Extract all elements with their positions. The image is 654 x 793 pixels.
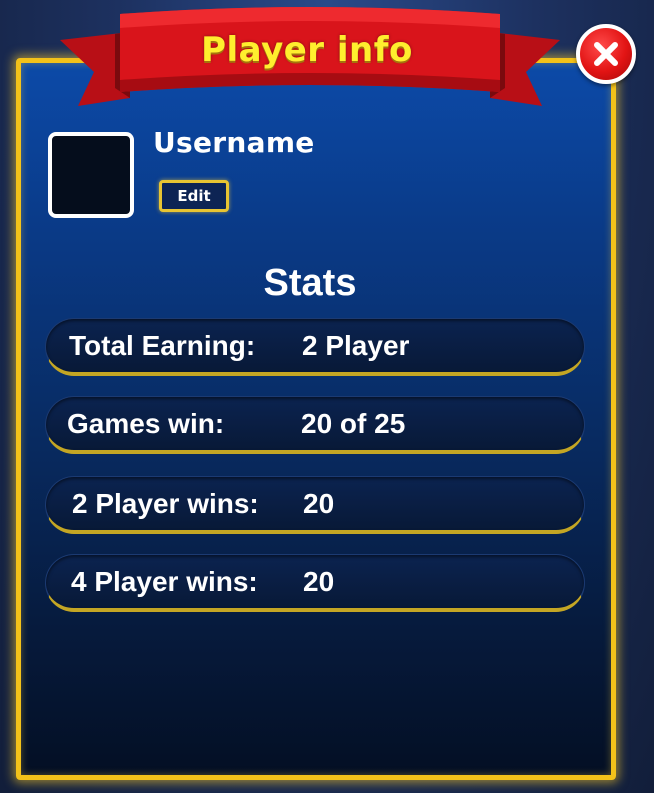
stat-row-games-win: Games win: 20 of 25 [45, 396, 585, 454]
stat-row-2-player-wins: 2 Player wins: 20 [45, 476, 585, 534]
username-text: Username [153, 126, 315, 159]
stats-heading: Stats [263, 262, 357, 304]
stat-row-4-player-wins: 4 Player wins: 20 [45, 554, 585, 612]
avatar[interactable] [48, 132, 134, 218]
player-info-screen: Player info Username Edit Stats Total Ea… [0, 0, 654, 793]
stat-row-total-earning: Total Earning: 2 Player [45, 318, 585, 376]
close-icon [594, 42, 618, 66]
stat-value: 20 [303, 488, 335, 519]
edit-button[interactable]: Edit [159, 180, 229, 212]
stat-value: 2 Player [302, 330, 410, 361]
stat-label: 2 Player wins: [72, 488, 259, 519]
close-button[interactable] [576, 24, 636, 84]
stat-value: 20 of 25 [301, 408, 406, 439]
stat-label: Games win: [67, 408, 225, 439]
stat-label: Total Earning: [69, 330, 256, 361]
page-title: Player info [201, 30, 413, 70]
stat-value: 20 [303, 566, 335, 597]
stat-label: 4 Player wins: [71, 566, 258, 597]
